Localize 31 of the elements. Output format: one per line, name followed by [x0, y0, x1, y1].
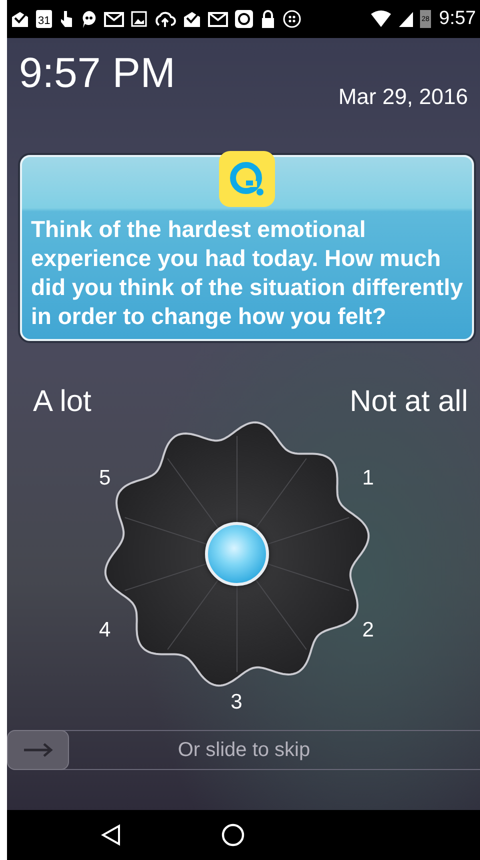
app-logo-icon — [219, 151, 275, 207]
scale-number[interactable]: 5 — [99, 468, 111, 488]
chat-icon — [80, 9, 98, 29]
mail-icon — [208, 9, 228, 29]
scale-number[interactable]: 2 — [362, 620, 374, 640]
slider-thumb[interactable] — [7, 730, 69, 770]
home-icon[interactable] — [221, 823, 245, 847]
mail-check-icon — [182, 9, 202, 29]
lock-icon — [260, 9, 276, 29]
wifi-icon — [370, 9, 392, 29]
image-icon — [130, 9, 148, 29]
skip-label: Or slide to skip — [176, 738, 312, 763]
question-text: Think of the hardest emotional experience you had today. How much did you think of the situation differently in order to change how you felt? — [31, 215, 464, 331]
skip-slider[interactable]: Or slide to skip — [7, 730, 480, 770]
arrow-right-icon — [23, 743, 53, 757]
back-icon[interactable] — [101, 824, 121, 846]
status-time: 9:57 — [439, 6, 476, 31]
mail-icon — [104, 9, 124, 29]
mail-check-icon — [10, 9, 30, 29]
scale-number[interactable]: 3 — [230, 692, 242, 712]
date-text: Mar 29, 2016 — [338, 83, 468, 111]
scale-right-label: Not at all — [350, 384, 468, 420]
hand-icon — [58, 9, 74, 29]
dots-icon — [282, 9, 302, 29]
app-icon — [234, 9, 254, 29]
scale-number[interactable]: 4 — [99, 620, 111, 640]
scale-number[interactable]: 1 — [362, 468, 374, 488]
scale-left-label: A lot — [33, 384, 92, 420]
calendar-icon: 31 — [36, 10, 52, 28]
clock-time: 9:57 PM — [19, 50, 176, 96]
cloud-upload-icon — [154, 9, 176, 29]
